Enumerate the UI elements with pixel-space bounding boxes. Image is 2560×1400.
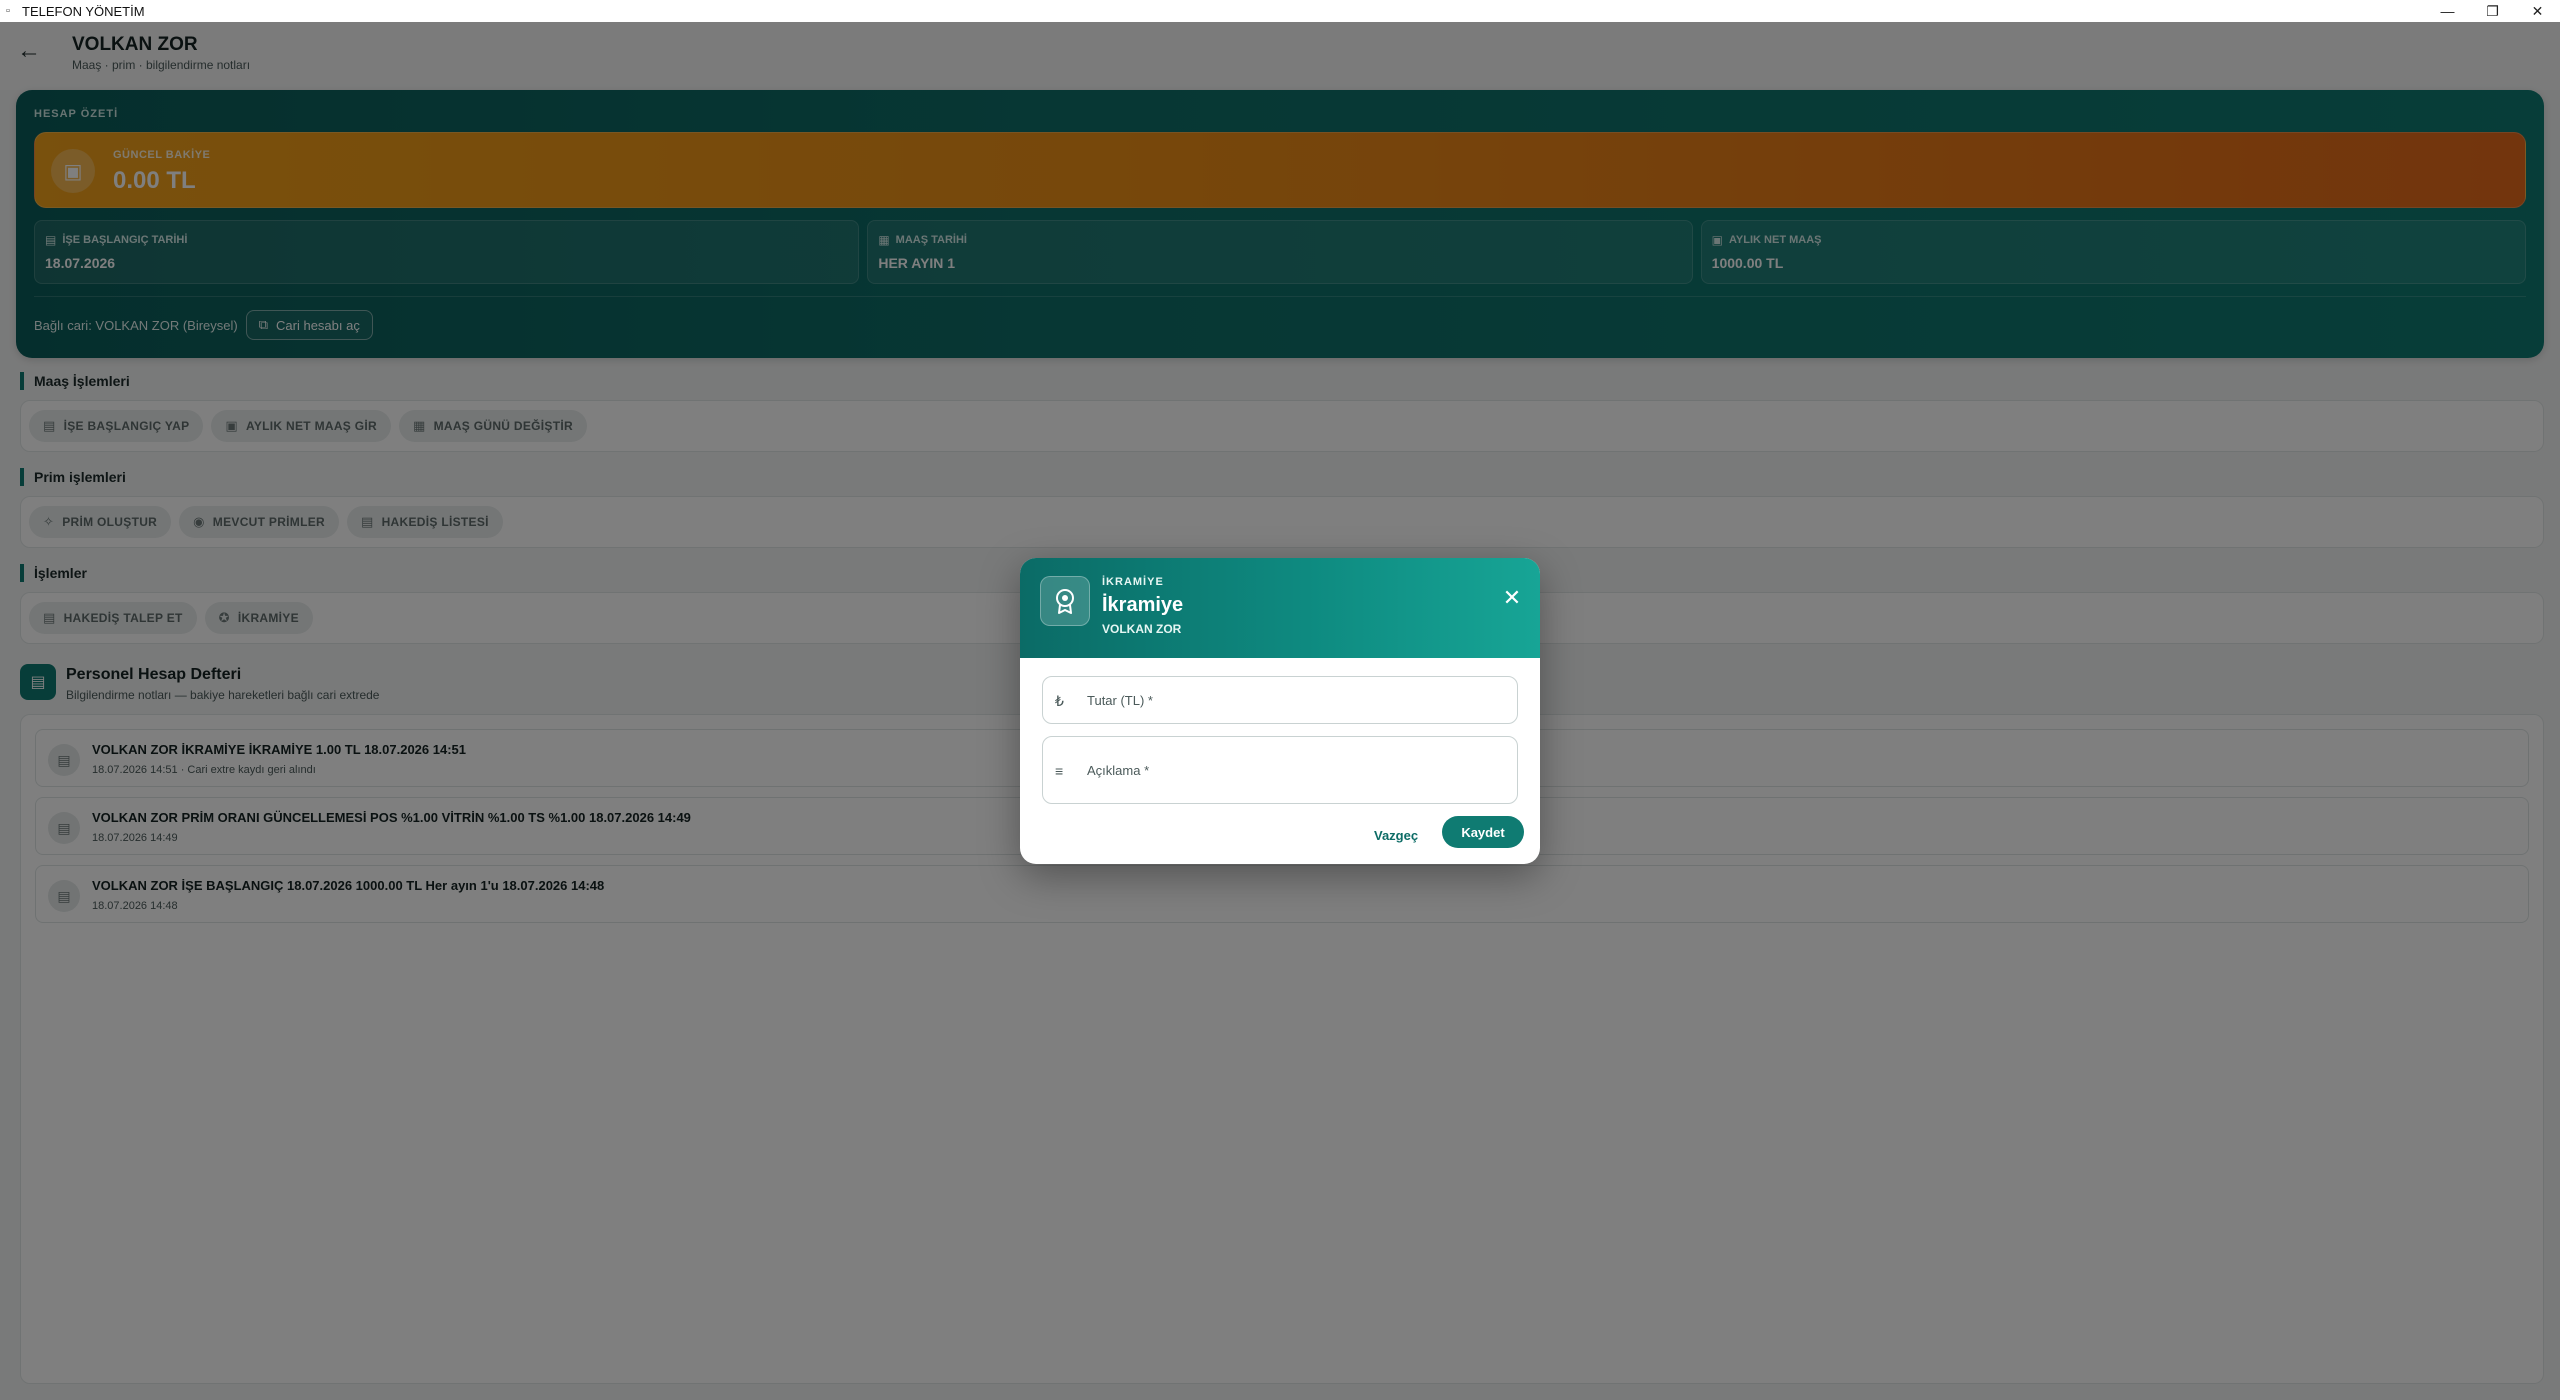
- window-controls: — ❐ ✕: [2425, 0, 2560, 22]
- description-field[interactable]: ≡ Açıklama *: [1042, 736, 1518, 804]
- window-titlebar: ▫ TELEFON YÖNETİM — ❐ ✕: [0, 0, 2560, 22]
- app-icon: ▫: [6, 5, 10, 17]
- close-icon[interactable]: ✕: [1498, 584, 1526, 612]
- restore-button[interactable]: ❐: [2470, 0, 2515, 22]
- close-window-button[interactable]: ✕: [2515, 0, 2560, 22]
- dialog-title: İkramiye: [1102, 594, 1184, 616]
- amount-placeholder: Tutar (TL) *: [1087, 693, 1153, 708]
- dialog-header: İKRAMİYE İkramiye VOLKAN ZOR ✕: [1020, 558, 1540, 658]
- lira-icon: ₺: [1055, 693, 1064, 709]
- dialog-kicker: İKRAMİYE: [1102, 576, 1164, 588]
- award-icon: [1040, 576, 1090, 626]
- amount-field[interactable]: ₺ Tutar (TL) *: [1042, 676, 1518, 724]
- window-title: TELEFON YÖNETİM: [22, 3, 145, 19]
- cancel-button[interactable]: Vazgeç: [1366, 820, 1426, 850]
- lines-icon: ≡: [1055, 763, 1064, 779]
- minimize-button[interactable]: —: [2425, 0, 2470, 22]
- save-button[interactable]: Kaydet: [1442, 816, 1524, 848]
- dialog-person-name: VOLKAN ZOR: [1102, 622, 1182, 636]
- description-placeholder: Açıklama *: [1087, 763, 1150, 778]
- bonus-dialog: İKRAMİYE İkramiye VOLKAN ZOR ✕ ₺ Tutar (…: [1020, 558, 1540, 864]
